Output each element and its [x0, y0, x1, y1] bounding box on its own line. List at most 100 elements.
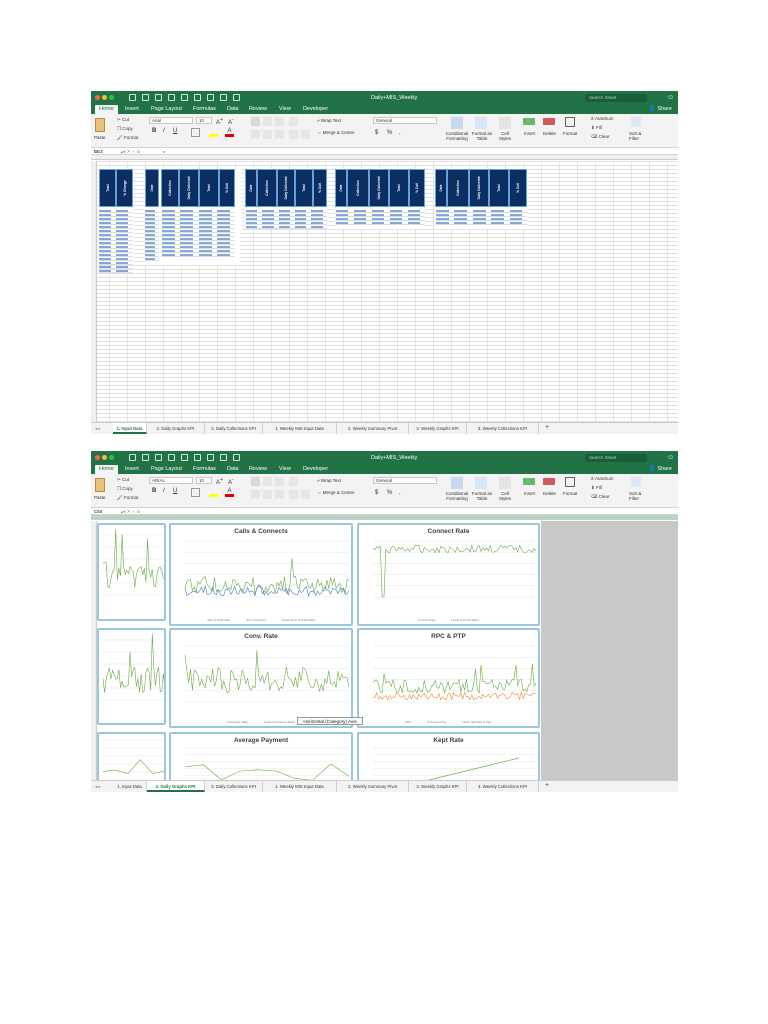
fill-button[interactable]: ⬇ Fill — [591, 485, 602, 491]
chart-card-rpc-ptp[interactable]: RPC & PTP RPC Promise to Pay Linear (Promi… — [357, 628, 540, 728]
fill-button[interactable]: ⬇ Fill — [591, 125, 602, 131]
home-icon[interactable] — [129, 454, 136, 461]
format-painter-button[interactable]: 🖌 Format — [117, 135, 138, 141]
cut-button[interactable]: ✂ Cut — [117, 117, 129, 123]
decrease-font-icon[interactable]: A- — [228, 477, 234, 486]
chart-icon[interactable] — [194, 94, 201, 101]
delete-cells-button[interactable]: Delete — [543, 131, 556, 136]
tab-page-layout[interactable]: Page Layout — [151, 105, 182, 114]
insert-cells-button[interactable]: Insert — [524, 131, 535, 136]
tab-formulas[interactable]: Formulas — [193, 465, 216, 474]
tab-review[interactable]: Review — [249, 105, 267, 114]
font-size-select[interactable]: 10 — [196, 477, 212, 484]
align-right-icon[interactable] — [275, 130, 284, 139]
sheet-tab[interactable]: 3. Weekly Collections KPI — [467, 781, 539, 792]
bold-icon[interactable]: B — [152, 128, 156, 134]
format-cells-button[interactable]: Format — [563, 491, 577, 496]
fill-color-icon[interactable] — [209, 488, 218, 497]
sort-filter-icon[interactable] — [631, 117, 641, 127]
feedback-icon[interactable]: ☺ — [667, 454, 674, 461]
table-row[interactable] — [99, 269, 133, 273]
sheet-tab[interactable]: 2. Weekly Summary Pivot — [337, 781, 409, 792]
orientation-icon[interactable] — [289, 477, 298, 486]
increase-indent-icon[interactable] — [301, 130, 310, 139]
accounting-format-icon[interactable]: $ — [375, 130, 378, 136]
align-top-icon[interactable] — [251, 117, 260, 126]
name-box[interactable]: BE3 — [94, 149, 103, 154]
number-format-select[interactable]: General — [373, 117, 437, 124]
tab-insert[interactable]: Insert — [125, 465, 139, 474]
percent-format-icon[interactable]: % — [387, 130, 392, 136]
accounting-format-icon[interactable]: $ — [375, 490, 378, 496]
paste-icon[interactable] — [95, 478, 105, 492]
insert-cells-icon[interactable] — [523, 118, 535, 125]
decrease-indent-icon[interactable] — [289, 130, 298, 139]
align-center-icon[interactable] — [263, 130, 272, 139]
borders-icon[interactable] — [191, 128, 200, 137]
delete-cells-icon[interactable] — [543, 118, 555, 125]
chart-icon[interactable] — [194, 454, 201, 461]
sort-filter-icon[interactable] — [631, 477, 641, 487]
borders-icon[interactable] — [191, 488, 200, 497]
copy-button[interactable]: ❐ Copy — [117, 486, 133, 492]
share-button[interactable]: 👤 Share — [649, 106, 672, 112]
font-name-select[interactable]: Arial — [149, 117, 193, 124]
delete-cells-icon[interactable] — [543, 478, 555, 485]
chart-card-partial-2[interactable] — [97, 628, 166, 725]
sheet-tab[interactable]: 3. Weekly Graphs KPI — [409, 423, 467, 434]
search-sheet-input[interactable]: Search Sheet — [585, 454, 647, 462]
merge-center-button[interactable]: ⇔ Merge & Center — [317, 490, 355, 495]
print-icon[interactable] — [181, 454, 188, 461]
number-format-select[interactable]: General — [373, 477, 437, 484]
tab-home[interactable]: Home — [95, 105, 118, 114]
format-as-table-icon[interactable] — [475, 477, 487, 489]
comma-format-icon[interactable]: , — [399, 130, 401, 136]
font-color-icon[interactable]: A — [225, 128, 234, 137]
tab-view[interactable]: View — [279, 465, 291, 474]
conditional-formatting-icon[interactable] — [451, 477, 463, 489]
customize-icon[interactable] — [233, 94, 240, 101]
save-icon[interactable] — [142, 94, 149, 101]
autosum-button[interactable]: Σ AutoSum — [591, 116, 614, 121]
feedback-icon[interactable]: ☺ — [667, 94, 674, 101]
save-icon[interactable] — [142, 454, 149, 461]
font-name-select[interactable]: ARIAL — [149, 477, 193, 484]
chart-card-average-payment[interactable]: Average Payment — [169, 732, 353, 782]
increase-indent-icon[interactable] — [301, 490, 310, 499]
chart-card-partial-1[interactable] — [97, 523, 166, 621]
sheet-tab[interactable]: 3. Weekly Graphs KPI — [409, 781, 467, 792]
table-row[interactable] — [245, 225, 327, 229]
cut-button[interactable]: ✂ Cut — [117, 477, 129, 483]
sheet-tab[interactable]: 2. Daily Graphs KPI — [147, 781, 205, 792]
format-cells-icon[interactable] — [565, 117, 575, 127]
format-cells-button[interactable]: Format — [563, 131, 577, 136]
chart-card-conv-rate[interactable]: Conv. Rate Conversion Rate Linear (Conver… — [169, 628, 353, 728]
delete-cells-button[interactable]: Delete — [543, 491, 556, 496]
paste-label[interactable]: Paste — [94, 135, 106, 140]
dashboard-area[interactable]: Calls & Connects Sum of Total Calls Sum o… — [91, 521, 678, 782]
share-button[interactable]: 👤 Share — [649, 466, 672, 472]
tab-data[interactable]: Data — [227, 465, 239, 474]
sheet-tab[interactable]: 1. Input Data — [113, 781, 147, 792]
filter-icon[interactable] — [220, 94, 227, 101]
format-as-table-button[interactable]: Format as Table — [471, 491, 493, 501]
tab-home[interactable]: Home — [95, 465, 118, 474]
clear-button[interactable]: ⌫ Clear — [591, 134, 609, 140]
italic-icon[interactable]: I — [163, 488, 165, 494]
sheet-tab[interactable]: 1. Weekly MIS Input Data — [263, 781, 337, 792]
italic-icon[interactable]: I — [163, 128, 165, 134]
cell-styles-button[interactable]: Cell Styles — [497, 131, 513, 141]
tab-page-layout[interactable]: Page Layout — [151, 465, 182, 474]
format-cells-icon[interactable] — [565, 477, 575, 487]
tab-data[interactable]: Data — [227, 105, 239, 114]
align-bottom-icon[interactable] — [275, 117, 284, 126]
paste-label[interactable]: Paste — [94, 495, 106, 500]
tab-formulas[interactable]: Formulas — [193, 105, 216, 114]
sheet-tab[interactable]: 3. Weekly Collections KPI — [467, 423, 539, 434]
decrease-font-icon[interactable]: A- — [228, 117, 234, 126]
font-size-select[interactable]: 10 — [196, 117, 212, 124]
format-as-table-button[interactable]: Format as Table — [471, 131, 493, 141]
table-row[interactable] — [145, 257, 159, 261]
chart-card-kept-rate[interactable]: Kept Rate — [357, 732, 540, 782]
format-painter-button[interactable]: 🖌 Format — [117, 495, 138, 501]
